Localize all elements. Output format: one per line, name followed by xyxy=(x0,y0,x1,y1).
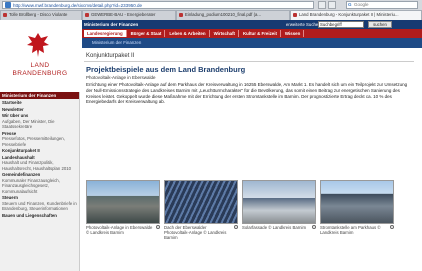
reload-button[interactable] xyxy=(318,1,326,9)
tab-4-active[interactable]: Land Brandenburg - Konjunkturpaket II | … xyxy=(290,10,422,20)
ministry-title: Ministerium der Finanzen xyxy=(84,22,139,27)
logo-land-text: LAND xyxy=(30,62,50,69)
tab-1[interactable]: Tolle Brüllberg - Disco Violante xyxy=(0,10,82,20)
tab-favicon-icon xyxy=(3,13,7,17)
page-title: Projektbeispiele aus dem Land Brandenbur… xyxy=(86,65,246,74)
nav-wissen[interactable]: Wissen xyxy=(282,30,305,37)
site-search-button[interactable]: suchen xyxy=(368,21,392,28)
address-bar[interactable]: http://www.mwf.brandenburg.de/sixcms/det… xyxy=(2,1,314,9)
site-favicon-icon xyxy=(5,2,11,8)
tab-label: Land Brandenburg - Konjunkturpaket II | … xyxy=(299,12,399,17)
nav-item-gemeindefinanzen[interactable]: Gemeindefinanzen Kommunaler Finanzausglei… xyxy=(0,171,79,194)
photo-solar-facade[interactable] xyxy=(242,180,316,224)
tab-2[interactable]: GEWERBE-BAU - Energieberater xyxy=(82,10,176,20)
photo-caption: Stromtankstelle am Parkhaus © Landkreis … xyxy=(320,225,394,235)
nav-item-landeshaushalt[interactable]: Landeshaushalt Haushalt und Finanzpolitik… xyxy=(0,154,79,172)
section-title: Konjunkturpaket II xyxy=(84,51,414,62)
photo-caption: Solarfassade © Landkreis Barnim xyxy=(242,225,316,230)
zoom-icon[interactable] xyxy=(390,225,394,229)
nav-buerger-staat[interactable]: Bürger & Staat xyxy=(128,30,166,37)
main-navigation: Landesregierung Bürger & Staat Leben & A… xyxy=(82,29,422,38)
nav-heading[interactable]: Ministerium der Finanzen xyxy=(0,92,79,99)
brandenburg-logo[interactable]: LAND BRANDENBURG xyxy=(0,20,80,92)
breadcrumb[interactable]: Ministerium der Finanzen xyxy=(82,38,422,48)
extended-search-link[interactable]: erweiterte Suche xyxy=(286,20,318,29)
nav-kultur-freizeit[interactable]: Kultur & Freizeit xyxy=(240,30,281,37)
web-page: LAND BRANDENBURG Ministerium der Finanze… xyxy=(0,20,422,271)
gallery-item[interactable]: Solarfassade © Landkreis Barnim xyxy=(242,180,316,240)
red-eagle-icon xyxy=(27,33,49,57)
photo-charging-station[interactable] xyxy=(320,180,394,224)
tab-label: Einladung_podium100210_final.pdf (a... xyxy=(185,12,261,17)
photo-caption: Photovoltaik-Anlage in Eberswalde © Land… xyxy=(86,225,160,235)
photo-parking-garage[interactable] xyxy=(86,180,160,224)
gallery-item[interactable]: Photovoltaik-Anlage in Eberswalde © Land… xyxy=(86,180,160,240)
tab-3[interactable]: Einladung_podium100210_final.pdf (a... xyxy=(176,10,290,20)
zoom-icon[interactable] xyxy=(234,225,238,229)
nav-item-steuern[interactable]: Steuern Steuern und Finanzen, Kundenbrief… xyxy=(0,194,79,212)
browser-search-placeholder: Google xyxy=(354,2,369,7)
tab-label: Tolle Brüllberg - Disco Violante xyxy=(9,12,68,17)
tab-label: GEWERBE-BAU - Energieberater xyxy=(91,12,156,17)
zoom-icon[interactable] xyxy=(156,225,160,229)
nav-landesregierung[interactable]: Landesregierung xyxy=(84,30,127,37)
tab-favicon-icon xyxy=(85,13,89,17)
tab-favicon-icon xyxy=(293,13,297,17)
photo-solar-roof[interactable] xyxy=(164,180,238,224)
google-icon: G xyxy=(348,2,352,7)
nav-item-presse[interactable]: Presse Pressefotos, Pressemitteilungen, P… xyxy=(0,130,79,148)
nav-item-bauen[interactable]: Bauen und Liegenschaften xyxy=(0,212,79,219)
tab-favicon-icon xyxy=(179,13,183,17)
stop-button[interactable] xyxy=(328,1,336,9)
article-body: Errichtung einer Photovoltaik-Anlage auf… xyxy=(86,82,408,105)
gallery-item[interactable]: Stromtankstelle am Parkhaus © Landkreis … xyxy=(320,180,394,240)
left-navigation: LAND BRANDENBURG Ministerium der Finanze… xyxy=(0,20,80,271)
nav-wirtschaft[interactable]: Wirtschaft xyxy=(211,30,239,37)
photo-caption: Dach der Eberswalder Photovoltaik-Anlage… xyxy=(164,225,238,240)
url-text: http://www.mwf.brandenburg.de/sixcms/det… xyxy=(13,2,142,8)
browser-chrome: http://www.mwf.brandenburg.de/sixcms/det… xyxy=(0,0,422,20)
logo-brandenburg-text: BRANDENBURG xyxy=(12,70,68,77)
browser-search-input[interactable]: G Google xyxy=(346,1,418,9)
photo-gallery: Photovoltaik-Anlage in Eberswalde © Land… xyxy=(86,180,416,240)
gallery-item[interactable]: Dach der Eberswalder Photovoltaik-Anlage… xyxy=(164,180,238,240)
nav-item-wir-ueber-uns[interactable]: Wir über uns Aufgaben, Der Minister, Die … xyxy=(0,112,79,130)
nav-leben-arbeiten[interactable]: Leben & Arbeiten xyxy=(166,30,210,37)
article-subtitle: Photovoltaik-Anlage in Eberswalde xyxy=(86,75,156,80)
zoom-icon[interactable] xyxy=(312,225,316,229)
site-search-input[interactable]: Suchbegriff xyxy=(318,21,364,28)
article: Konjunkturpaket II Projektbeispiele aus … xyxy=(84,51,414,105)
tab-strip: Tolle Brüllberg - Disco Violante GEWERBE… xyxy=(0,10,422,20)
